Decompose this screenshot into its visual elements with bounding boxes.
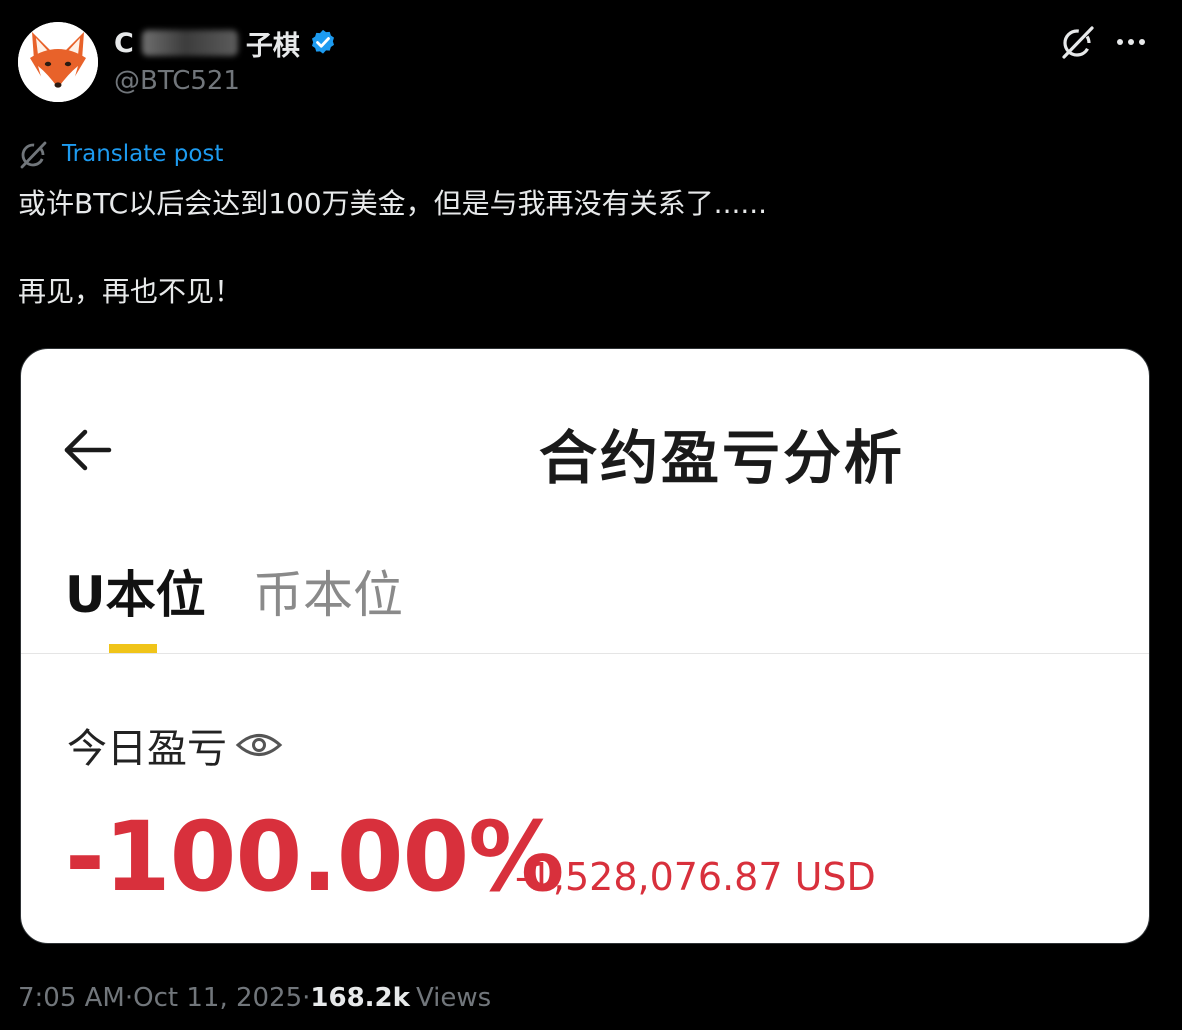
translate-post-link[interactable]: Translate post [18, 137, 223, 171]
eye-icon [235, 734, 283, 756]
today-pnl-text: 今日盈亏 [67, 726, 227, 772]
translate-post-label: Translate post [62, 141, 224, 167]
tab-coin-margined: 币本位 [253, 566, 403, 624]
meta-separator-2: · [302, 983, 311, 1013]
today-pnl-label: 今日盈亏 [67, 719, 283, 772]
verified-badge-icon [311, 29, 334, 54]
screen-title: 合约盈亏分析 [539, 424, 906, 492]
back-arrow-icon [64, 429, 112, 471]
fox-avatar-icon [18, 22, 98, 102]
grok-icon[interactable] [1058, 22, 1098, 62]
author-avatar[interactable] [18, 22, 98, 102]
display-name-start: C [114, 27, 134, 59]
post-time[interactable]: 7:05 AM [18, 983, 125, 1013]
more-icon[interactable] [1112, 24, 1150, 60]
post-text-line-1: 或许BTC以后会达到100万美金，但是与我再没有关系了...... [18, 187, 768, 220]
post-meta: 7:05 AM · Oct 11, 2025 · 168.2k Views [18, 980, 491, 1016]
post-media-image[interactable]: 合约盈亏分析 U本位 币本位 今日盈亏 -100.00% -1,528,076.… [20, 348, 1150, 944]
pnl-amount-value: -1,528,076.87 USD [515, 855, 876, 899]
author-handle[interactable]: @BTC521 [114, 66, 240, 96]
post-date[interactable]: Oct 11, 2025 [133, 983, 302, 1013]
pnl-percent-value: -100.00% [65, 801, 564, 913]
tab-u-margined: U本位 [65, 566, 206, 624]
post-text-line-2: 再见，再也不见！ [18, 275, 243, 308]
author-display-name[interactable]: C 子棋 [114, 24, 338, 62]
display-name-redaction [141, 30, 238, 56]
views-count[interactable]: 168.2k [310, 983, 410, 1013]
translate-icon [20, 141, 47, 169]
views-label: Views [415, 983, 492, 1013]
post-text: 或许BTC以后会达到100万美金，但是与我再没有关系了...... 再见，再也不… [18, 182, 1158, 314]
tabs-divider [21, 653, 1149, 654]
meta-separator-1: · [124, 983, 134, 1013]
display-name-end: 子棋 [245, 30, 300, 62]
